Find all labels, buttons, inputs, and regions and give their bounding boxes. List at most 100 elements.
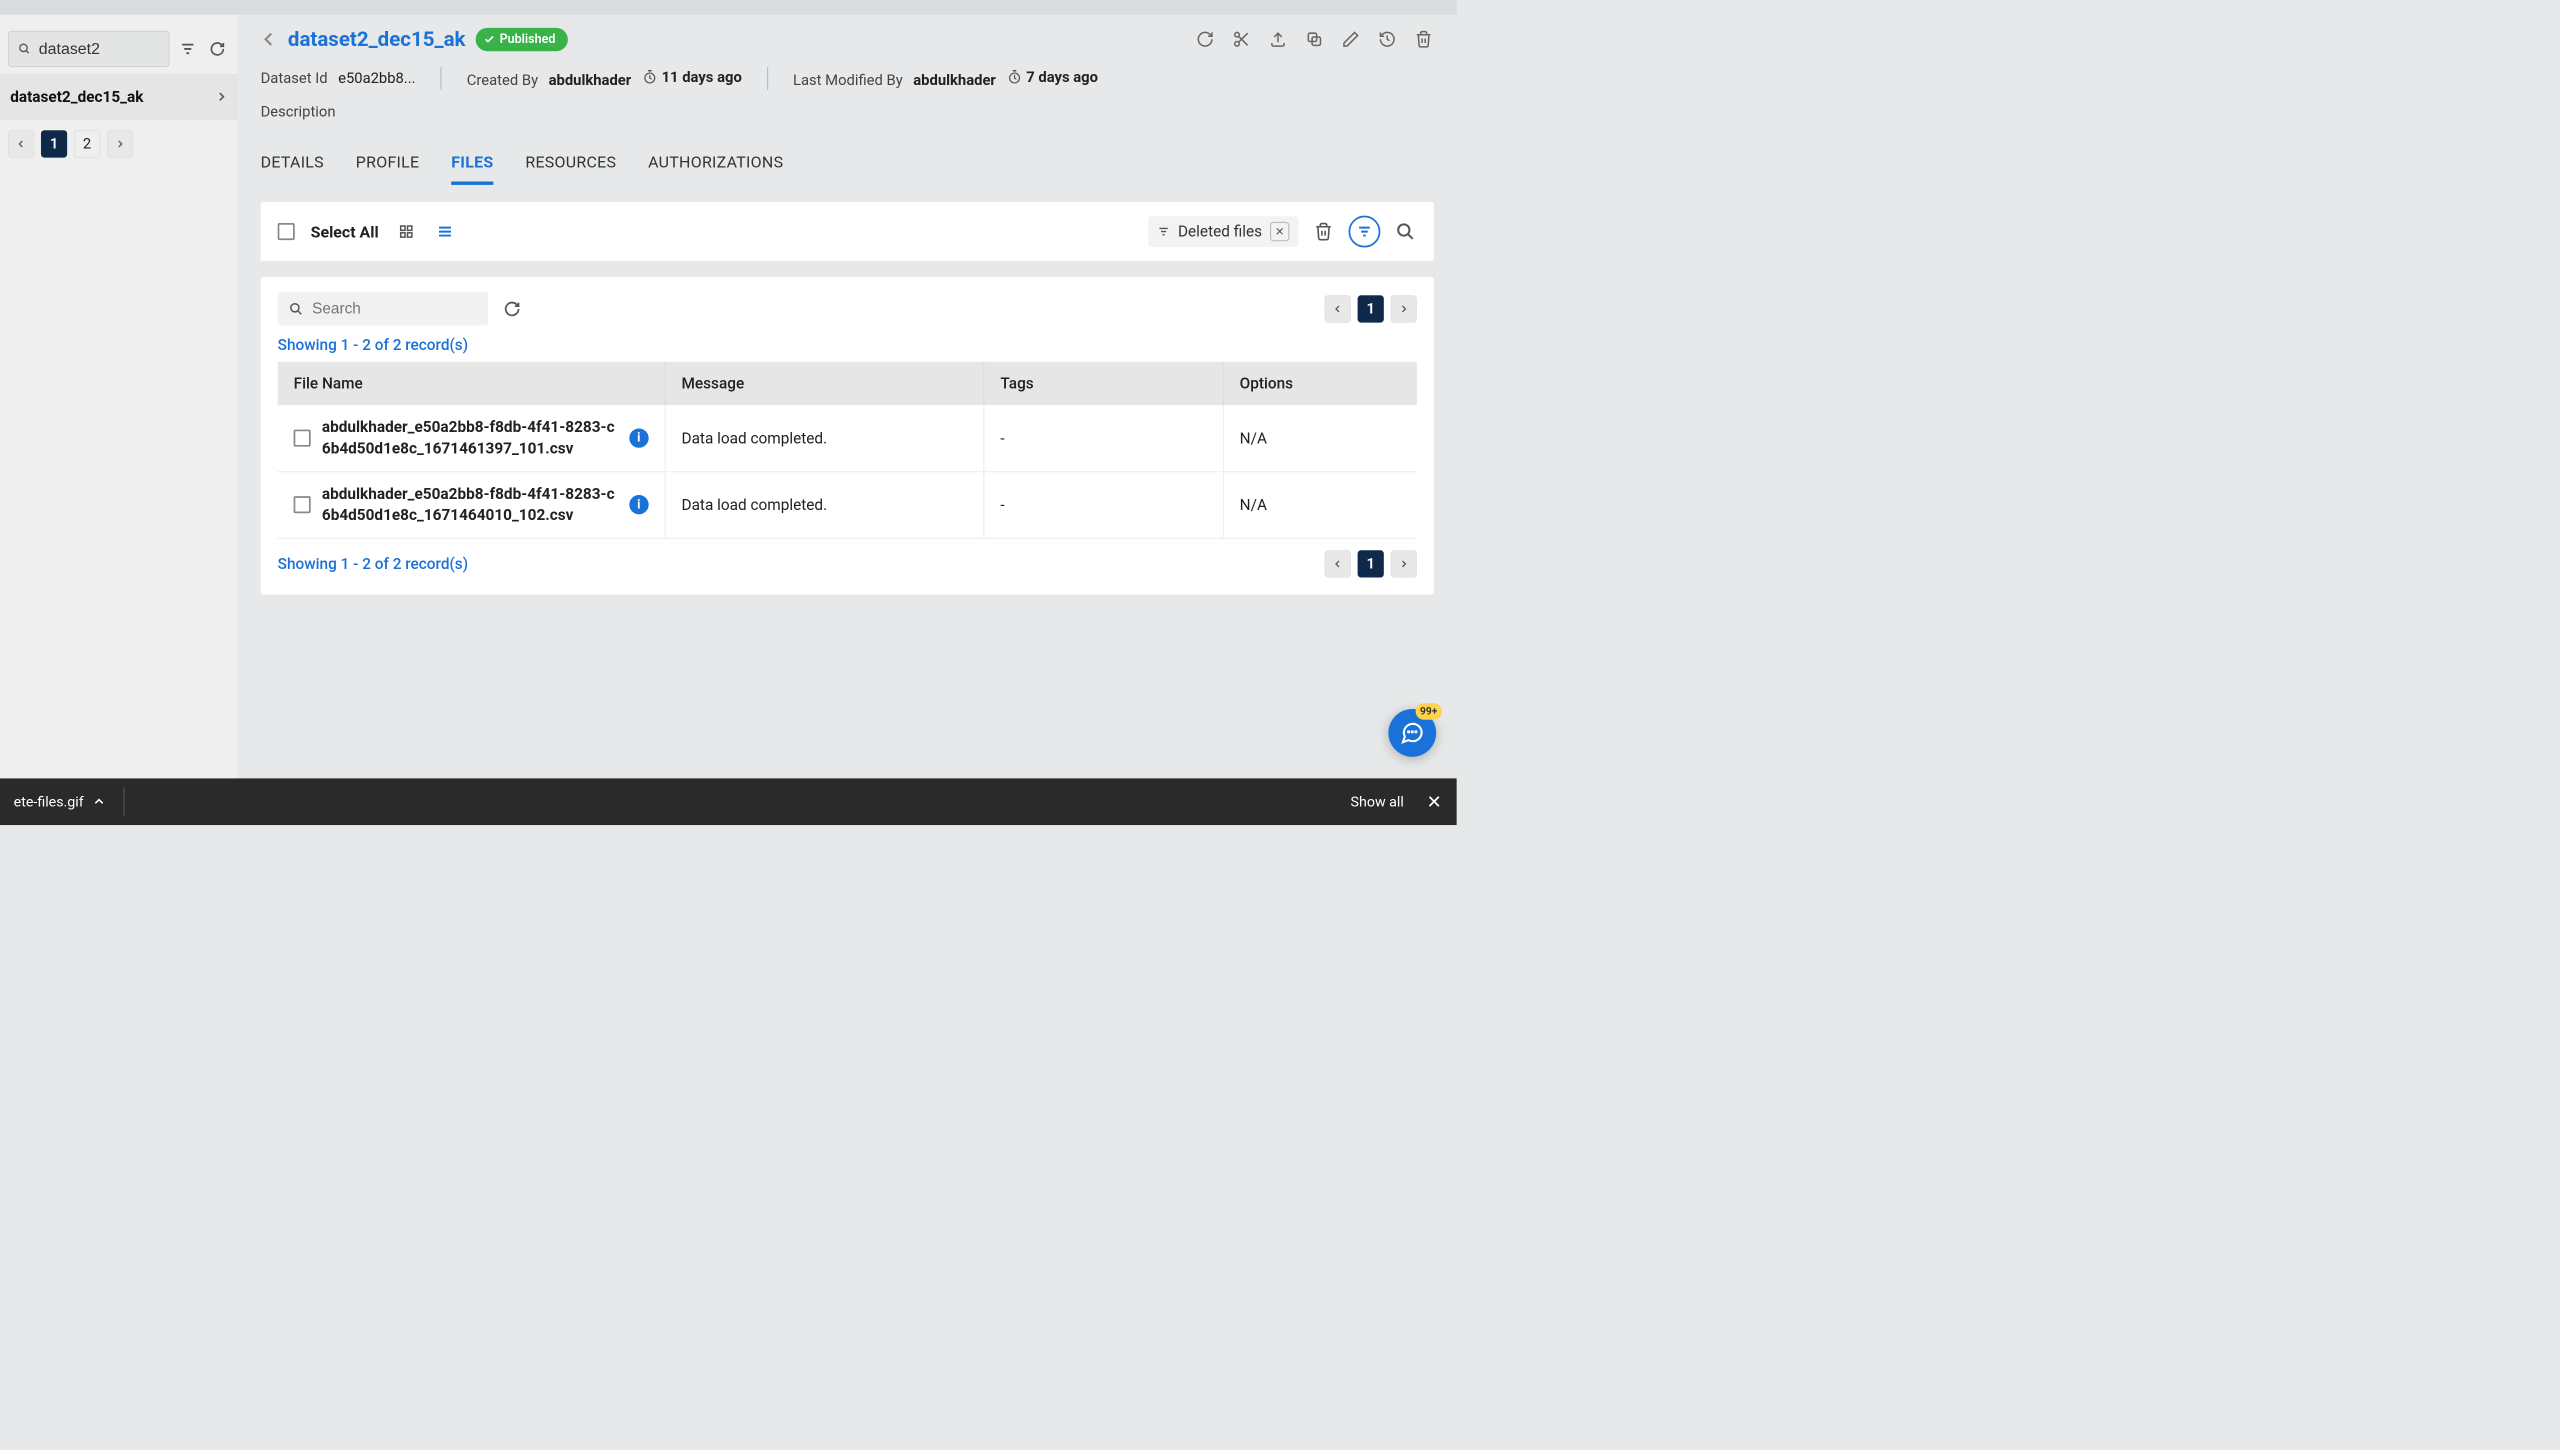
download-close[interactable]: ✕ [1427,791,1442,813]
filter-chip-deleted-files[interactable]: Deleted files ✕ [1148,216,1298,247]
help-badge: 99+ [1415,703,1441,720]
clock-icon [642,70,657,85]
file-tags: - [984,471,1223,538]
files-page-next[interactable] [1391,295,1417,322]
files-table: File Name Message Tags Options abdulkhad… [278,362,1417,539]
pencil-icon [1342,30,1360,48]
help-chat-button[interactable]: 99+ [1388,709,1436,757]
files-search-box[interactable] [278,292,489,326]
toolbar-delete-button[interactable] [1312,220,1335,243]
file-name: abdulkhader_e50a2bb8-f8db-4f41-8283-c6b4… [322,417,618,460]
search-icon [18,42,31,57]
tab-resources[interactable]: RESOURCES [525,152,616,184]
filter-chip-label: Deleted files [1178,222,1262,240]
column-filename[interactable]: File Name [278,362,665,405]
row-checkbox[interactable] [294,429,311,446]
history-button[interactable] [1377,29,1397,49]
toolbar-filter-button[interactable] [1349,216,1381,248]
search-icon [1396,222,1415,241]
files-pagination-bottom: 1 [1325,550,1417,577]
sidebar-pagination: 1 2 [0,120,238,168]
file-message: Data load completed. [665,471,984,538]
sidebar-search-box[interactable] [8,31,170,67]
sidebar-filter-button[interactable] [176,38,199,61]
sidebar-page-1[interactable]: 1 [41,130,67,157]
back-button[interactable] [261,31,278,48]
info-icon[interactable]: i [629,495,648,514]
select-all-checkbox[interactable] [278,223,295,240]
sidebar-page-next[interactable] [107,130,133,157]
main-content: dataset2_dec15_ak Published Dataset Id e… [238,15,1457,782]
file-options: N/A [1223,471,1417,538]
files-page-1[interactable]: 1 [1358,295,1384,322]
sidebar-page-prev[interactable] [8,130,34,157]
grid-view-button[interactable] [395,220,418,243]
cut-button[interactable] [1231,29,1251,49]
files-page-1[interactable]: 1 [1358,550,1384,577]
info-icon[interactable]: i [629,428,648,447]
download-filename: ete-files.gif [14,793,84,810]
chevron-right-icon [115,139,125,149]
filter-icon [1356,224,1372,240]
copy-button[interactable] [1304,29,1324,49]
refresh-icon [504,300,521,317]
list-view-button[interactable] [433,220,456,243]
description-label: Description [261,104,1434,121]
tabs: DETAILS PROFILE FILES RESOURCES AUTHORIZ… [261,152,1434,184]
delete-button[interactable] [1413,29,1433,49]
file-message: Data load completed. [665,405,984,471]
table-row[interactable]: abdulkhader_e50a2bb8-f8db-4f41-8283-c6b4… [278,471,1417,538]
refresh-icon [1196,30,1214,48]
refresh-icon [209,41,225,57]
search-icon [289,301,303,317]
column-options[interactable]: Options [1223,362,1417,405]
upload-icon [1269,30,1287,48]
scissors-icon [1232,30,1250,48]
toolbar-search-button[interactable] [1394,220,1417,243]
created-by-value: abdulkhader [549,71,632,88]
files-refresh-button[interactable] [501,297,524,320]
tab-profile[interactable]: PROFILE [356,152,420,184]
filter-icon [179,40,196,57]
sidebar-item-dataset[interactable]: dataset2_dec15_ak [0,74,238,120]
dataset-id-value: e50a2bb8... [338,70,415,87]
files-page-next[interactable] [1391,550,1417,577]
header-actions [1195,29,1434,49]
file-name: abdulkhader_e50a2bb8-f8db-4f41-8283-c6b4… [322,483,618,526]
file-options: N/A [1223,405,1417,471]
records-count-top: Showing 1 - 2 of 2 record(s) [278,336,1417,354]
column-tags[interactable]: Tags [984,362,1223,405]
upload-button[interactable] [1268,29,1288,49]
filter-chip-remove[interactable]: ✕ [1270,222,1289,241]
sidebar-search-input[interactable] [39,40,160,58]
tab-files[interactable]: FILES [451,152,493,184]
chevron-left-icon [16,139,26,149]
tab-authorizations[interactable]: AUTHORIZATIONS [648,152,783,184]
sidebar-refresh-button[interactable] [206,38,229,61]
refresh-button[interactable] [1195,29,1215,49]
files-toolbar: Select All Deleted files ✕ [261,202,1434,261]
chevron-right-icon [1399,304,1409,314]
created-ago: 11 days ago [662,69,742,86]
download-show-all[interactable]: Show all [1351,793,1404,810]
sidebar-item-label: dataset2_dec15_ak [10,88,143,106]
files-search-input[interactable] [312,300,477,318]
files-page-prev[interactable] [1325,295,1351,322]
trash-icon [1314,222,1333,241]
sidebar-page-2[interactable]: 2 [74,130,100,157]
sidebar: dataset2_dec15_ak 1 2 [0,15,238,782]
divider [767,67,768,90]
table-row[interactable]: abdulkhader_e50a2bb8-f8db-4f41-8283-c6b4… [278,405,1417,471]
column-message[interactable]: Message [665,362,984,405]
records-count-bottom: Showing 1 - 2 of 2 record(s) [278,555,468,573]
chat-icon [1400,720,1425,745]
download-item[interactable]: ete-files.gif [0,778,119,825]
edit-button[interactable] [1341,29,1361,49]
row-checkbox[interactable] [294,496,311,513]
files-page-prev[interactable] [1325,550,1351,577]
grid-icon [399,224,414,239]
tab-details[interactable]: DETAILS [261,152,324,184]
copy-icon [1305,30,1323,48]
check-icon [484,34,495,45]
file-tags: - [984,405,1223,471]
